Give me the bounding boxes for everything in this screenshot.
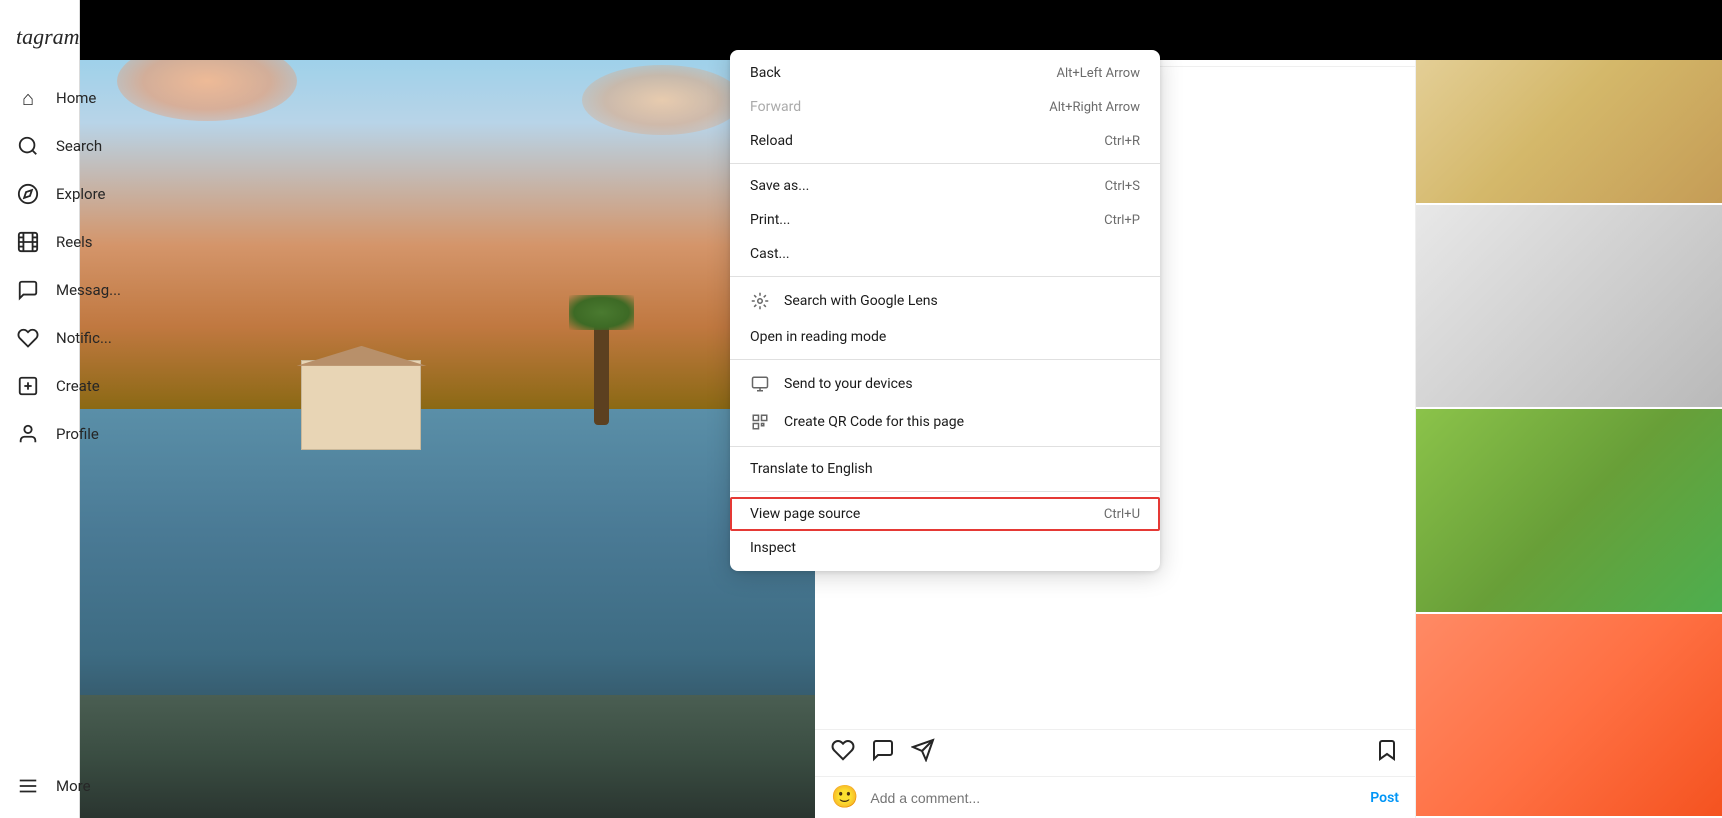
building: [301, 360, 421, 450]
palm-top: [569, 295, 634, 330]
view-source-label: View page source: [750, 506, 860, 522]
qr-code-label: Create QR Code for this page: [784, 414, 964, 430]
menu-item-back[interactable]: Back Alt+Left Arrow: [730, 56, 1160, 90]
sidebar-item-messages[interactable]: Messag...: [0, 266, 79, 314]
notifications-icon: [16, 326, 40, 350]
comment-area: 🙂 Post: [815, 776, 1415, 818]
comment-input[interactable]: [870, 790, 1358, 806]
share-button[interactable]: [911, 738, 935, 768]
separator-4: [730, 446, 1160, 447]
separator-1: [730, 163, 1160, 164]
menu-item-print[interactable]: Print... Ctrl+P: [730, 203, 1160, 237]
thumbnail-2[interactable]: [1416, 205, 1722, 410]
sidebar: tagram ⌂ Home Search Explore Reels Messa…: [0, 0, 80, 818]
sidebar-item-search[interactable]: Search: [0, 122, 79, 170]
palm-tree: [594, 325, 609, 425]
context-menu: Back Alt+Left Arrow Forward Alt+Right Ar…: [730, 50, 1160, 571]
post-image: [80, 0, 815, 818]
sidebar-label-home: Home: [56, 89, 96, 107]
translate-label: Translate to English: [750, 461, 873, 477]
menu-item-qr-code[interactable]: Create QR Code for this page: [730, 403, 1160, 441]
bookmark-button[interactable]: [1375, 738, 1399, 768]
sidebar-item-more[interactable]: More: [0, 762, 107, 810]
ground: [80, 695, 815, 818]
create-icon: [16, 374, 40, 398]
like-button[interactable]: [831, 738, 855, 768]
reload-label: Reload: [750, 133, 793, 149]
cloud-right: [582, 65, 742, 135]
more-icon: [16, 774, 40, 798]
explore-icon: [16, 182, 40, 206]
save-as-label: Save as...: [750, 178, 809, 194]
qr-code-icon: [750, 412, 770, 432]
sidebar-item-home[interactable]: ⌂ Home: [0, 74, 79, 122]
messages-icon: [16, 278, 40, 302]
cast-label: Cast...: [750, 246, 790, 262]
menu-item-cast[interactable]: Cast...: [730, 237, 1160, 271]
view-source-shortcut: Ctrl+U: [1104, 507, 1140, 522]
send-devices-icon: [750, 374, 770, 394]
post-actions: [815, 729, 1415, 776]
sidebar-label-notifications: Notific...: [56, 329, 112, 347]
menu-item-google-lens[interactable]: Search with Google Lens: [730, 282, 1160, 320]
inspect-label: Inspect: [750, 540, 796, 556]
landscape-photo: [80, 0, 815, 818]
thumbnail-4[interactable]: [1416, 614, 1722, 818]
save-as-shortcut: Ctrl+S: [1105, 179, 1140, 194]
sidebar-label-create: Create: [56, 377, 100, 395]
menu-item-forward[interactable]: Forward Alt+Right Arrow: [730, 90, 1160, 124]
home-icon: ⌂: [16, 86, 40, 110]
menu-item-view-source[interactable]: View page source Ctrl+U: [730, 497, 1160, 531]
print-label: Print...: [750, 212, 790, 228]
comment-button[interactable]: [871, 738, 895, 768]
sidebar-item-notifications[interactable]: Notific...: [0, 314, 79, 362]
google-lens-icon: [750, 291, 770, 311]
separator-2: [730, 276, 1160, 277]
back-shortcut: Alt+Left Arrow: [1056, 66, 1140, 81]
menu-item-reload[interactable]: Reload Ctrl+R: [730, 124, 1160, 158]
sidebar-label-reels: Reels: [56, 233, 93, 251]
menu-item-translate[interactable]: Translate to English: [730, 452, 1160, 486]
separator-5: [730, 491, 1160, 492]
print-shortcut: Ctrl+P: [1104, 213, 1140, 228]
emoji-button[interactable]: 🙂: [831, 785, 858, 810]
separator-3: [730, 359, 1160, 360]
menu-item-send-devices[interactable]: Send to your devices: [730, 365, 1160, 403]
reload-shortcut: Ctrl+R: [1104, 134, 1140, 149]
profile-icon: [16, 422, 40, 446]
back-label: Back: [750, 65, 781, 81]
send-devices-label: Send to your devices: [784, 376, 913, 392]
sidebar-label-profile: Profile: [56, 425, 99, 443]
sidebar-label-search: Search: [56, 137, 102, 155]
sidebar-label-explore: Explore: [56, 185, 106, 203]
reading-mode-label: Open in reading mode: [750, 329, 886, 345]
sidebar-label-messages: Messag...: [56, 281, 121, 299]
post-comment-button[interactable]: Post: [1370, 790, 1399, 806]
thumbnail-strip: [1415, 0, 1722, 818]
reels-icon: [16, 230, 40, 254]
sidebar-item-reels[interactable]: Reels: [0, 218, 79, 266]
forward-shortcut: Alt+Right Arrow: [1049, 100, 1140, 115]
sidebar-item-explore[interactable]: Explore: [0, 170, 79, 218]
sidebar-label-more: More: [56, 777, 91, 795]
instagram-logo: tagram: [0, 8, 79, 74]
search-icon: [16, 134, 40, 158]
google-lens-label: Search with Google Lens: [784, 293, 938, 309]
menu-item-inspect[interactable]: Inspect: [730, 531, 1160, 565]
thumbnail-3[interactable]: [1416, 409, 1722, 614]
sidebar-item-create[interactable]: Create: [0, 362, 79, 410]
menu-item-reading-mode[interactable]: Open in reading mode: [730, 320, 1160, 354]
forward-label: Forward: [750, 99, 801, 115]
menu-item-save-as[interactable]: Save as... Ctrl+S: [730, 169, 1160, 203]
sidebar-item-profile[interactable]: Profile: [0, 410, 79, 458]
